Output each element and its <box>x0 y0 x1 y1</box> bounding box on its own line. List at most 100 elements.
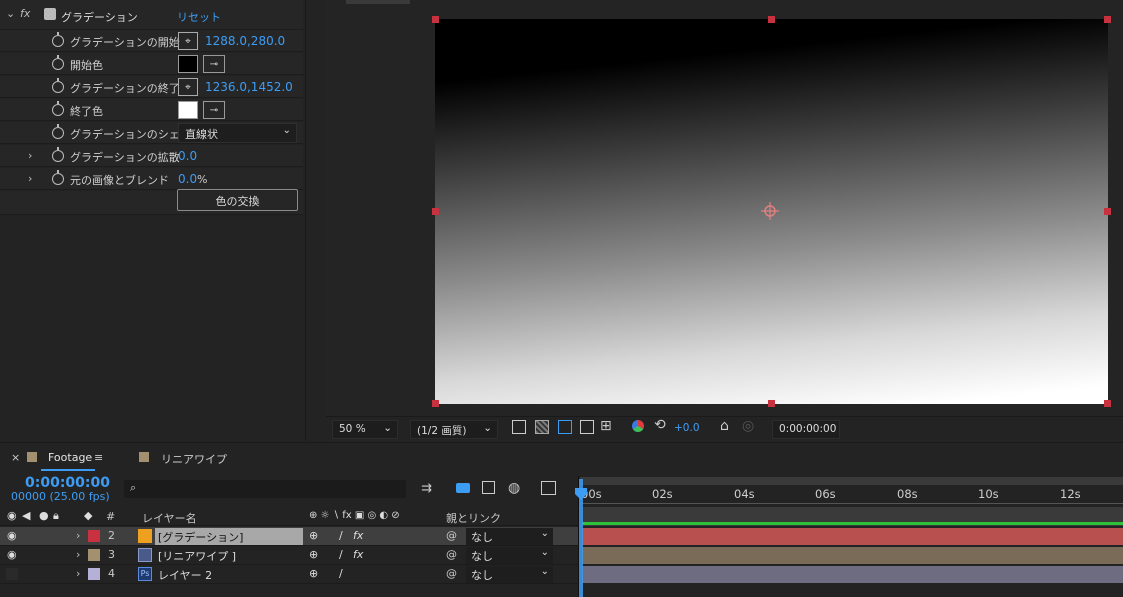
hide-shy-layers-icon[interactable] <box>482 481 495 494</box>
layer-row[interactable]: › 4 Ps レイヤー 2 ⊕ ∕ @ なし ⌄ <box>0 565 578 584</box>
transform-handle[interactable] <box>1104 16 1111 23</box>
visibility-eye-icon[interactable]: ◉ <box>7 548 17 561</box>
visibility-eye-icon[interactable]: ◉ <box>7 529 17 542</box>
video-eye-icon[interactable]: ◉ <box>7 509 17 522</box>
end-color-swatch[interactable] <box>178 101 198 119</box>
label-color-swatch[interactable] <box>88 530 100 542</box>
stopwatch-icon[interactable] <box>52 147 64 162</box>
stopwatch-icon[interactable] <box>52 170 64 185</box>
layer-name[interactable]: [グラデーション] <box>158 529 243 545</box>
pickwhip-icon[interactable]: @ <box>446 567 457 580</box>
fast-previews-icon[interactable] <box>512 420 526 434</box>
anchor-point-icon[interactable] <box>760 201 780 221</box>
layer-track-bar[interactable] <box>582 547 1123 564</box>
lock-icon[interactable]: 🔒︎ <box>53 509 59 523</box>
reset-link[interactable]: リセット <box>177 9 221 25</box>
prop-value[interactable]: 0.0 <box>178 149 197 163</box>
effect-switch-icon[interactable]: fx <box>353 548 363 561</box>
solo-icon[interactable]: ● <box>39 509 49 522</box>
exposure-reset-icon[interactable]: ⟲ <box>654 417 666 433</box>
transform-handle[interactable] <box>768 16 775 23</box>
twirl-chevron-icon[interactable]: › <box>28 149 32 162</box>
zoom-dropdown[interactable]: 50 % ⌄ <box>332 420 398 439</box>
prop-value[interactable]: 1288.0,280.0 <box>205 34 285 48</box>
parent-dropdown[interactable]: なし ⌄ <box>466 528 553 545</box>
label-color-swatch[interactable] <box>88 549 100 561</box>
eyedropper-icon[interactable]: ⊸ <box>203 55 225 73</box>
eyedropper-icon[interactable]: ⊸ <box>203 101 225 119</box>
layer-track-bar[interactable] <box>582 528 1123 545</box>
switches-icons[interactable]: ⊕ ☼ ∖ fx ▣ ◎ ◐ ⊘ <box>309 510 400 521</box>
audio-icon[interactable]: ◀ <box>22 509 30 522</box>
layer-row[interactable]: ◉ › 3 [リニアワイプ ] ⊕ ∕ fx @ なし ⌄ <box>0 546 578 565</box>
transform-handle[interactable] <box>1104 400 1111 407</box>
transform-handle[interactable] <box>432 16 439 23</box>
pickwhip-icon[interactable]: @ <box>446 529 457 542</box>
transform-handle[interactable] <box>1104 208 1111 215</box>
panel-menu-icon[interactable]: ≡ <box>94 451 103 464</box>
layer-name[interactable]: レイヤー 2 <box>158 567 212 583</box>
transform-handle[interactable] <box>432 208 439 215</box>
show-snapshot-icon[interactable]: ◎ <box>742 418 754 434</box>
tab-footage[interactable]: Footage <box>48 451 92 464</box>
prop-value[interactable]: 1236.0,1452.0 <box>205 80 293 94</box>
current-time[interactable]: 0:00:00:00 <box>25 475 110 491</box>
parent-dropdown[interactable]: なし ⌄ <box>466 566 553 583</box>
twirl-chevron-icon[interactable]: › <box>28 172 32 185</box>
point-target-icon[interactable]: ⌖ <box>178 78 198 96</box>
label-color-swatch[interactable] <box>88 568 100 580</box>
graph-editor-icon[interactable] <box>541 481 556 495</box>
playhead-marker-icon[interactable] <box>574 487 588 501</box>
effect-header[interactable]: ⌄ fx グラデーション リセット <box>0 0 303 30</box>
shy-switch-icon[interactable]: ⊕ <box>309 548 318 561</box>
tab-linear-wipe[interactable]: リニアワイプ <box>161 451 227 467</box>
draft-3d-icon[interactable] <box>456 483 470 493</box>
frame-blending-icon[interactable]: ◍ <box>508 480 520 496</box>
transparency-grid-icon[interactable] <box>535 420 549 434</box>
pickwhip-icon[interactable]: @ <box>446 548 457 561</box>
stopwatch-icon[interactable] <box>52 55 64 70</box>
collapse-chevron-icon[interactable]: ⌄ <box>6 7 15 20</box>
layer-name[interactable]: [リニアワイプ ] <box>158 548 236 564</box>
swap-colors-button[interactable]: 色の交換 <box>177 189 298 211</box>
viewer-timecode[interactable]: 0:00:00:00 <box>772 420 840 439</box>
stopwatch-icon[interactable] <box>52 32 64 47</box>
layer-row[interactable]: ◉ › 2 [グラデーション] ⊕ ∕ fx @ なし ⌄ <box>0 527 578 546</box>
grid-guides-icon[interactable]: ⊞ <box>600 418 612 434</box>
comp-mini-flowchart-icon[interactable]: ⇉ <box>421 481 432 496</box>
exposure-value[interactable]: +0.0 <box>674 422 700 434</box>
stopwatch-icon[interactable] <box>52 101 64 116</box>
column-layer-name[interactable]: レイヤー名 <box>142 510 197 526</box>
work-area-bar[interactable] <box>580 477 1123 485</box>
twirl-chevron-icon[interactable]: › <box>76 548 80 561</box>
stopwatch-icon[interactable] <box>52 78 64 93</box>
parent-dropdown[interactable]: なし ⌄ <box>466 547 553 564</box>
shy-switch-icon[interactable]: ⊕ <box>309 529 318 542</box>
snapshot-camera-icon[interactable]: ⌂ <box>720 418 729 434</box>
prop-value[interactable]: 0.0 <box>178 172 197 186</box>
shape-dropdown[interactable]: 直線状 ⌄ <box>178 123 297 143</box>
resolution-dropdown[interactable]: (1/2 画質) ⌄ <box>410 420 498 439</box>
mask-visibility-icon[interactable] <box>558 420 572 434</box>
fx-icon[interactable]: fx <box>20 7 30 20</box>
point-target-icon[interactable]: ⌖ <box>178 32 198 50</box>
close-tab-icon[interactable]: × <box>11 451 20 464</box>
effect-switch-icon[interactable]: fx <box>353 529 363 542</box>
layer-track-bar[interactable] <box>582 566 1123 583</box>
color-channels-icon[interactable] <box>632 420 644 432</box>
quality-switch-icon[interactable]: ∕ <box>339 567 343 580</box>
transform-handle[interactable] <box>432 400 439 407</box>
label-tag-icon[interactable]: ◆ <box>84 509 92 522</box>
viewer-tab-stub[interactable] <box>346 0 410 4</box>
quality-switch-icon[interactable]: ∕ <box>339 548 343 561</box>
region-of-interest-icon[interactable] <box>580 420 594 434</box>
start-color-swatch[interactable] <box>178 55 198 73</box>
column-parent[interactable]: 親とリンク <box>446 510 501 526</box>
stopwatch-icon[interactable] <box>52 124 64 139</box>
quality-switch-icon[interactable]: ∕ <box>339 529 343 542</box>
twirl-chevron-icon[interactable]: › <box>76 529 80 542</box>
layer-search-input[interactable]: ⌕ <box>124 480 406 498</box>
visibility-off-box[interactable] <box>6 568 18 580</box>
transform-handle[interactable] <box>768 400 775 407</box>
twirl-chevron-icon[interactable]: › <box>76 567 80 580</box>
